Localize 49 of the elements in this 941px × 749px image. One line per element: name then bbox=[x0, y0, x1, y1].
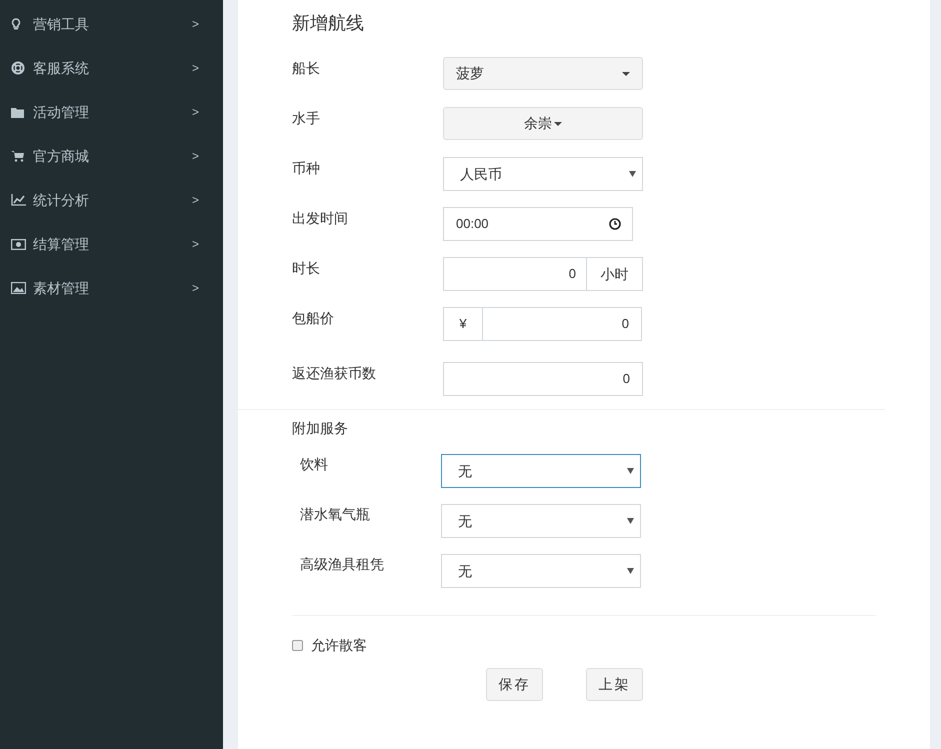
field-label: 出发时间 bbox=[292, 209, 349, 228]
field-label: 时长 bbox=[292, 259, 321, 278]
form-title: 新增航线 bbox=[292, 12, 365, 35]
sidebar-item[interactable]: 官方商城 > bbox=[0, 134, 223, 178]
sidebar-item[interactable]: 结算管理 > bbox=[0, 222, 223, 266]
field-label: 币种 bbox=[292, 159, 321, 178]
dropdown-button[interactable]: 余崇 bbox=[443, 107, 643, 140]
sidebar-item[interactable]: 活动管理 > bbox=[0, 90, 223, 134]
section-title: 附加服务 bbox=[292, 419, 348, 438]
field-label: 水手 bbox=[292, 109, 321, 128]
sidebar-item[interactable]: 素材管理 > bbox=[0, 266, 223, 310]
field-label: 高级渔具租凭 bbox=[300, 555, 385, 574]
image-icon bbox=[11, 282, 26, 294]
caret-icon bbox=[627, 468, 634, 474]
select-field[interactable]: 无 bbox=[441, 454, 641, 488]
action-button[interactable]: 上架 bbox=[586, 668, 643, 701]
field-label: 包船价 bbox=[292, 309, 335, 328]
field-label: 返还渔获币数 bbox=[292, 364, 377, 383]
select-field[interactable]: 无 bbox=[441, 504, 641, 538]
time-field[interactable]: 00:00 bbox=[443, 207, 633, 241]
caret-icon bbox=[554, 122, 562, 126]
clock-icon bbox=[609, 218, 621, 230]
field-label: 船长 bbox=[292, 59, 321, 78]
caret-icon bbox=[627, 568, 634, 574]
sidebar-item[interactable]: 客服系统 > bbox=[0, 46, 223, 90]
action-button[interactable]: 保存 bbox=[486, 668, 543, 701]
input-field[interactable]: 0 bbox=[443, 362, 643, 396]
caret-icon bbox=[629, 171, 636, 177]
checkbox-label: 允许散客 bbox=[311, 636, 367, 654]
line-chart-icon bbox=[11, 194, 26, 206]
sidebar-item[interactable]: 营销工具 > bbox=[0, 2, 223, 46]
sidebar-item[interactable]: 统计分析 > bbox=[0, 178, 223, 222]
input-field[interactable]: 0 bbox=[483, 307, 642, 341]
lifebuoy-icon bbox=[11, 61, 25, 75]
folder-icon bbox=[11, 106, 24, 118]
banknote-icon bbox=[11, 238, 26, 250]
dropdown-button[interactable]: 菠萝 bbox=[443, 57, 643, 90]
checkbox[interactable] bbox=[292, 640, 303, 650]
input-field[interactable]: 0 bbox=[443, 257, 587, 291]
field-label: 饮料 bbox=[300, 455, 329, 474]
caret-icon bbox=[627, 518, 634, 524]
unit-addon: 小时 bbox=[587, 257, 643, 291]
cart-icon bbox=[11, 150, 24, 162]
lightbulb-icon bbox=[11, 18, 21, 30]
caret-icon bbox=[622, 72, 630, 76]
field-label: 潜水氧气瓶 bbox=[300, 505, 371, 524]
select-field[interactable]: 无 bbox=[441, 554, 641, 588]
currency-addon: ¥ bbox=[443, 307, 483, 341]
select-field[interactable]: 人民币 bbox=[443, 157, 643, 191]
